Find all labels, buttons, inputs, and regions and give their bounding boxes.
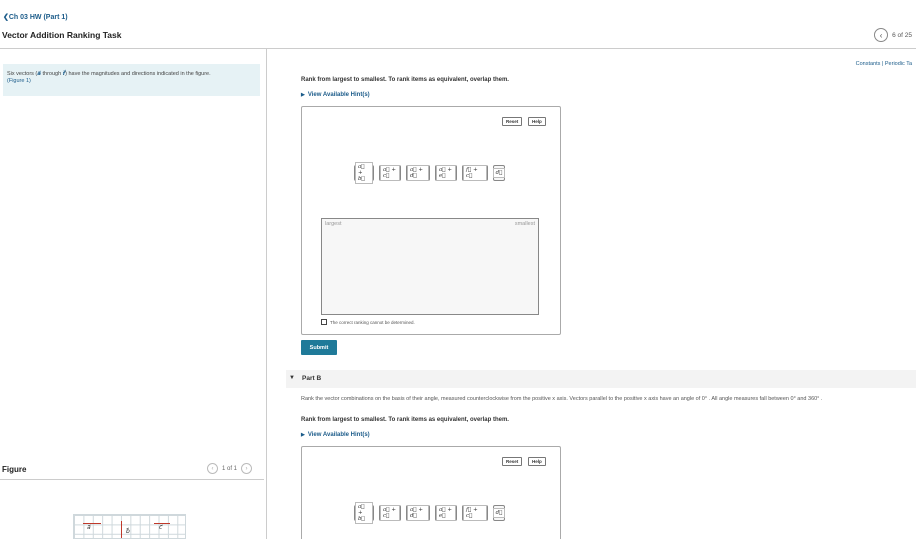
figure-label: Figure	[2, 465, 27, 474]
submit-button[interactable]: Submit	[301, 340, 337, 355]
pager-count: 6 of 25	[892, 31, 912, 39]
figure-pager: ‹ 1 of 1 ›	[207, 463, 253, 474]
part-b-tiles: a⃗ + b⃗ a⃗ + c⃗ a⃗ + d⃗ a⃗ + e⃗ f⃗ + c⃗ …	[354, 502, 506, 524]
chevron-left-icon[interactable]: ‹	[207, 463, 218, 474]
figure-count: 1 of 1	[222, 465, 238, 472]
chevron-left-icon[interactable]: ‹	[874, 28, 889, 42]
intro-text-suffix: ) have the magnitudes and directions ind…	[65, 71, 211, 77]
tile-a-plus-c[interactable]: a⃗ + c⃗	[379, 165, 401, 181]
tile-a-plus-e[interactable]: a⃗ + e⃗	[435, 165, 457, 181]
checkbox[interactable]	[321, 319, 327, 325]
figure-header: Figure ‹ 1 of 1 ›	[0, 462, 264, 480]
caret-right-icon: ▶	[301, 432, 305, 438]
vector-a-label: a⃗	[87, 525, 91, 531]
part-b-label: Part B	[302, 375, 322, 382]
caret-down-icon: ▼	[289, 375, 295, 381]
header-divider	[0, 48, 916, 49]
hints-label: View Available Hint(s)	[307, 92, 370, 98]
part-a-ranking-widget: Reset Help a⃗ + b⃗ a⃗ + c⃗ a⃗ + d⃗ a⃗ + …	[301, 106, 561, 335]
constants-periodic-links[interactable]: Constants | Periodic Ta	[856, 61, 912, 67]
part-b-hints[interactable]: ▶ View Available Hint(s)	[301, 432, 370, 438]
tile-a-plus-b[interactable]: a⃗ + b⃗	[354, 162, 374, 184]
hints-label: View Available Hint(s)	[307, 432, 370, 438]
tile-a-plus-e[interactable]: a⃗ + e⃗	[435, 505, 457, 521]
cannot-determine-label: The correct ranking cannot be determined…	[330, 319, 415, 325]
page-title: Vector Addition Ranking Task	[2, 30, 122, 40]
chevron-right-icon[interactable]: ›	[241, 463, 253, 474]
help-button[interactable]: Help	[528, 117, 546, 126]
tile-a-plus-d[interactable]: a⃗ + d⃗	[406, 505, 430, 521]
smallest-label: smallest	[514, 221, 535, 227]
tile-f-plus-c[interactable]: f⃗ + c⃗	[462, 165, 488, 181]
tile-d[interactable]: d⃗	[492, 165, 506, 181]
part-b-header[interactable]: ▼ Part B	[286, 370, 916, 388]
ranking-drop-zone[interactable]: largest smallest	[321, 218, 539, 315]
caret-right-icon: ▶	[301, 92, 305, 98]
intro-text-prefix: Six vectors (	[7, 71, 38, 77]
part-a-hints[interactable]: ▶ View Available Hint(s)	[301, 92, 370, 98]
vector-b-label: b⃗	[126, 529, 130, 535]
largest-label: largest	[325, 221, 342, 227]
help-button[interactable]: Help	[528, 457, 546, 466]
vector-figure: a⃗ b⃗ c⃗	[73, 514, 186, 539]
tile-a-plus-d[interactable]: a⃗ + d⃗	[406, 165, 430, 181]
item-pager: ‹ 6 of 25	[874, 28, 912, 42]
tile-d[interactable]: d⃗	[492, 505, 506, 521]
part-a-instruction: Rank from largest to smallest. To rank i…	[301, 77, 509, 83]
pane-divider	[266, 49, 267, 539]
problem-intro: Six vectors (a⃗ through f⃗) have the mag…	[3, 64, 260, 96]
tile-f-plus-c[interactable]: f⃗ + c⃗	[462, 505, 488, 521]
reset-button[interactable]: Reset	[502, 457, 523, 466]
vector-a-arrow	[83, 523, 101, 524]
figure-link[interactable]: (Figure 1)	[7, 78, 31, 84]
vector-c-label: c⃗	[159, 525, 163, 531]
tile-a-plus-b[interactable]: a⃗ + b⃗	[354, 502, 374, 524]
breadcrumb[interactable]: ❮Ch 03 HW (Part 1)	[3, 13, 68, 21]
part-b-ranking-widget: Reset Help a⃗ + b⃗ a⃗ + c⃗ a⃗ + d⃗ a⃗ + …	[301, 446, 561, 539]
reset-button[interactable]: Reset	[502, 117, 523, 126]
part-b-description: Rank the vector combinations on the basi…	[301, 396, 823, 402]
vector-b-arrow	[121, 521, 122, 538]
intro-text-mid: through	[40, 71, 63, 77]
tile-a-plus-c[interactable]: a⃗ + c⃗	[379, 505, 401, 521]
cannot-determine-option[interactable]: The correct ranking cannot be determined…	[321, 319, 415, 325]
part-a-tiles: a⃗ + b⃗ a⃗ + c⃗ a⃗ + d⃗ a⃗ + e⃗ f⃗ + c⃗ …	[354, 162, 506, 184]
part-b-instruction: Rank from largest to smallest. To rank i…	[301, 417, 509, 423]
